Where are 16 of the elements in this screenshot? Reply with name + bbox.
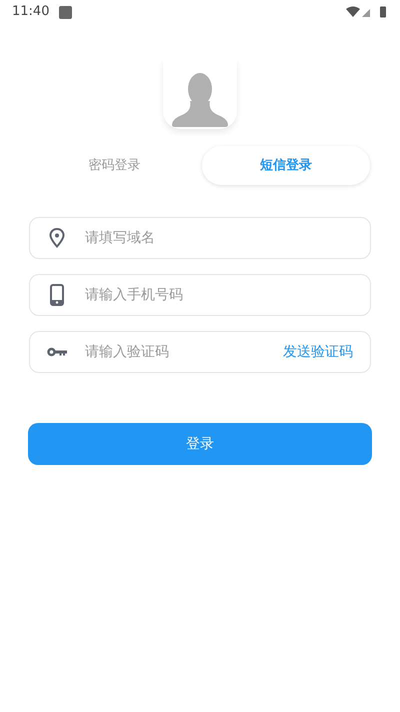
phone-icon (50, 284, 64, 306)
text-input[interactable]: 请输入手机号码 (85, 284, 353, 306)
send-code-link[interactable]: 发送验证码 (283, 342, 353, 362)
input-field[interactable]: 请输入手机号码 (29, 274, 371, 316)
notification-icon (59, 6, 72, 18)
location-pin-icon (49, 228, 65, 248)
text-input[interactable]: 请填写域名 (85, 228, 353, 248)
login-tab[interactable]: 短信登录 (202, 146, 370, 185)
input-field[interactable]: 请输入验证码 发送验证码 (29, 331, 371, 373)
avatar-icon (163, 57, 237, 129)
input-field[interactable]: 请填写域名 (29, 217, 371, 259)
login-button[interactable]: 登录 (28, 423, 372, 465)
status-icons (346, 6, 388, 18)
status-time: 11:40 (12, 3, 50, 22)
key-icon (47, 347, 67, 357)
text-input[interactable]: 请输入验证码 (85, 342, 283, 362)
